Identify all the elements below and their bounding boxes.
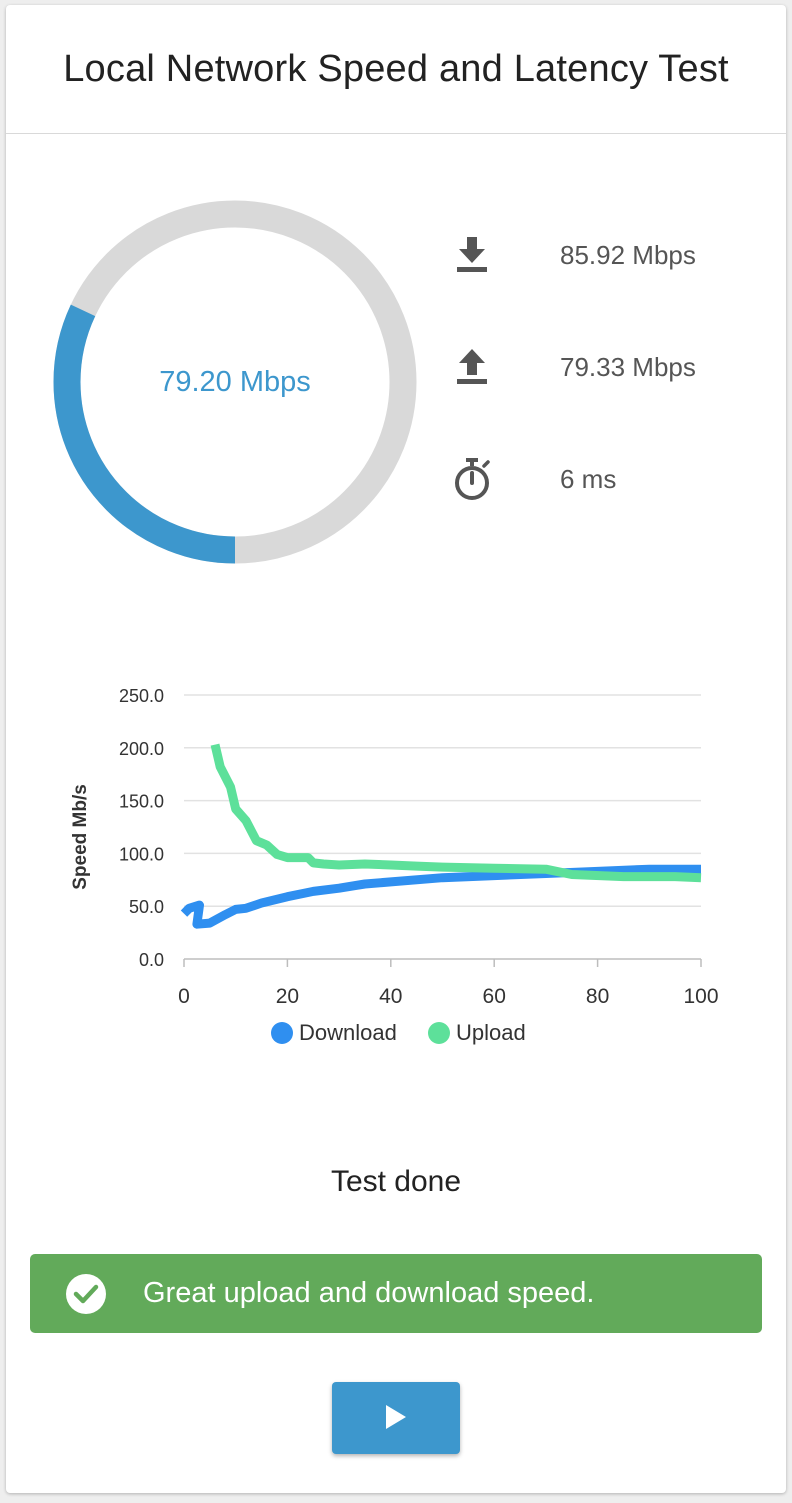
- y-tick-label: 200.0: [119, 739, 164, 759]
- test-status: Test done: [330, 1165, 462, 1198]
- play-icon: [384, 1404, 408, 1433]
- speed-test-card: Local Network Speed and Latency Test 79.…: [6, 5, 786, 1493]
- download-legend-label: Download: [299, 1020, 397, 1045]
- upload-legend-marker: [428, 1022, 450, 1044]
- x-tick-label: 60: [483, 985, 506, 1008]
- download-speed-value: 85.92 Mbps: [560, 239, 696, 270]
- y-tick-label: 150.0: [119, 792, 164, 812]
- download-legend-marker: [271, 1022, 293, 1044]
- current-speed-value: 79.20 Mbps: [159, 365, 311, 398]
- y-tick-label: 100.0: [119, 844, 164, 864]
- x-tick-label: 80: [586, 985, 609, 1008]
- upload-legend-label: Upload: [456, 1020, 526, 1045]
- page-title: Local Network Speed and Latency Test: [63, 47, 729, 90]
- check-circle-icon: [65, 1273, 107, 1315]
- y-tick-label: 0.0: [139, 950, 164, 970]
- alert-message: Great upload and download speed.: [143, 1277, 595, 1309]
- x-tick-label: 100: [683, 985, 718, 1008]
- speed-chart: 0.0 50.0 100.0 150.0 200.0 250.0 0 20 40 60 80 100 S…: [56, 675, 756, 1065]
- start-test-button[interactable]: [332, 1382, 460, 1454]
- x-tick-label: 20: [276, 985, 299, 1008]
- download-icon: [451, 234, 493, 276]
- result-alert: Great upload and download speed.: [30, 1254, 762, 1333]
- upload-stat: 79.33 Mbps: [451, 337, 771, 397]
- upload-speed-value: 79.33 Mbps: [560, 351, 696, 382]
- download-stat: 85.92 Mbps: [451, 225, 771, 285]
- speed-chart-svg: 0.0 50.0 100.0 150.0 200.0 250.0 0 20 40 60 80 100 S…: [70, 686, 719, 1045]
- y-axis-label: Speed Mb/s: [70, 784, 91, 890]
- latency-value: 6 ms: [560, 463, 617, 494]
- latency-stat: 6 ms: [451, 449, 771, 509]
- upload-series-line: [210, 743, 702, 883]
- x-tick-label: 40: [379, 985, 402, 1008]
- y-tick-label: 250.0: [119, 686, 164, 706]
- y-tick-label: 50.0: [129, 897, 164, 917]
- x-tick-label: 0: [178, 985, 190, 1008]
- upload-icon: [451, 346, 493, 388]
- stopwatch-icon: [451, 458, 493, 500]
- speed-gauge: 79.20 Mbps: [53, 200, 417, 564]
- card-header: Local Network Speed and Latency Test: [6, 5, 786, 134]
